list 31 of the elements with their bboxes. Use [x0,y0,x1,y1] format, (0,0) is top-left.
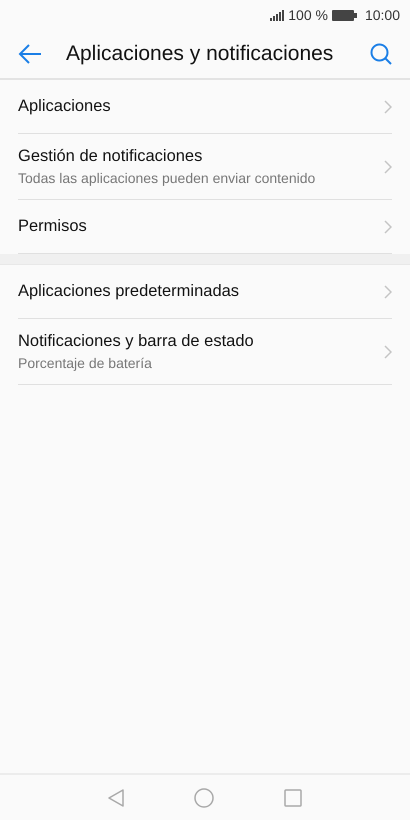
chevron-right-icon [384,284,392,298]
battery-icon [332,10,357,20]
search-button[interactable] [370,43,392,65]
signal-icon [270,10,284,20]
square-icon [284,788,302,806]
chevron-right-icon [384,220,392,234]
clock-time: 10:00 [364,6,400,24]
search-icon [370,43,392,65]
chevron-right-icon [384,344,392,358]
nav-back-button[interactable] [108,788,124,806]
item-title: Gestión de notificaciones [18,146,204,167]
item-title: Permisos [18,216,88,238]
back-arrow-icon [18,44,42,64]
item-title: Aplicaciones [18,96,112,118]
settings-item[interactable]: Notificaciones y barra de estado Porcentaje de batería [18,319,392,385]
nav-home-button[interactable] [194,788,214,808]
circle-icon [194,788,214,808]
back-button[interactable] [18,44,42,64]
nav-recents-button[interactable] [284,788,302,806]
settings-item[interactable]: Gestión de notificaciones Todas las aplicaciones pueden enviar contenido [18,134,392,200]
item-subtitle: Todas las aplicaciones pueden enviar contenido [18,169,316,188]
settings-item[interactable]: Aplicaciones [18,80,392,134]
item-title: Aplicaciones predeterminadas [18,281,240,302]
screen-title: Aplicaciones y notificaciones [66,41,334,68]
battery-percent: 100 % [288,6,328,24]
chevron-right-icon [384,100,392,114]
item-title: Notificaciones y barra de estado [18,330,255,352]
triangle-icon [108,788,124,806]
settings-item[interactable]: Aplicaciones predeterminadas [18,265,392,319]
item-subtitle: Porcentaje de batería [18,354,153,374]
chevron-right-icon [384,160,392,174]
